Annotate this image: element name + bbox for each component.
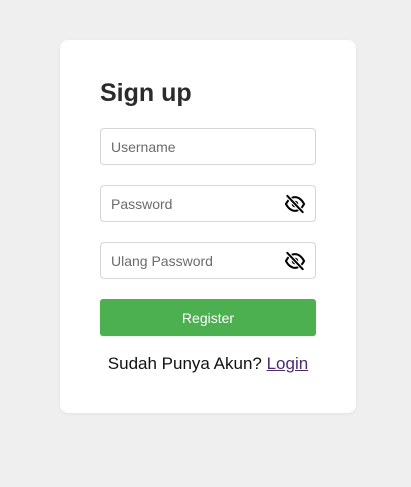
login-prompt-row: Sudah Punya Akun? Login	[60, 353, 356, 375]
eye-slash-icon[interactable]	[284, 193, 306, 215]
page-title: Sign up	[100, 79, 192, 107]
repeat-password-field[interactable]	[100, 242, 316, 279]
eye-slash-icon[interactable]	[284, 250, 306, 272]
login-prompt-text: Sudah Punya Akun?	[107, 354, 262, 373]
login-link[interactable]: Login	[267, 354, 309, 373]
register-button[interactable]: Register	[100, 299, 316, 336]
password-field[interactable]	[100, 185, 316, 222]
repeat-password-input[interactable]	[101, 243, 315, 278]
username-input[interactable]	[101, 129, 315, 164]
username-field[interactable]	[100, 128, 316, 165]
signup-card: Sign up Register Sudah Punya Akun	[60, 40, 356, 413]
password-input[interactable]	[101, 186, 315, 221]
